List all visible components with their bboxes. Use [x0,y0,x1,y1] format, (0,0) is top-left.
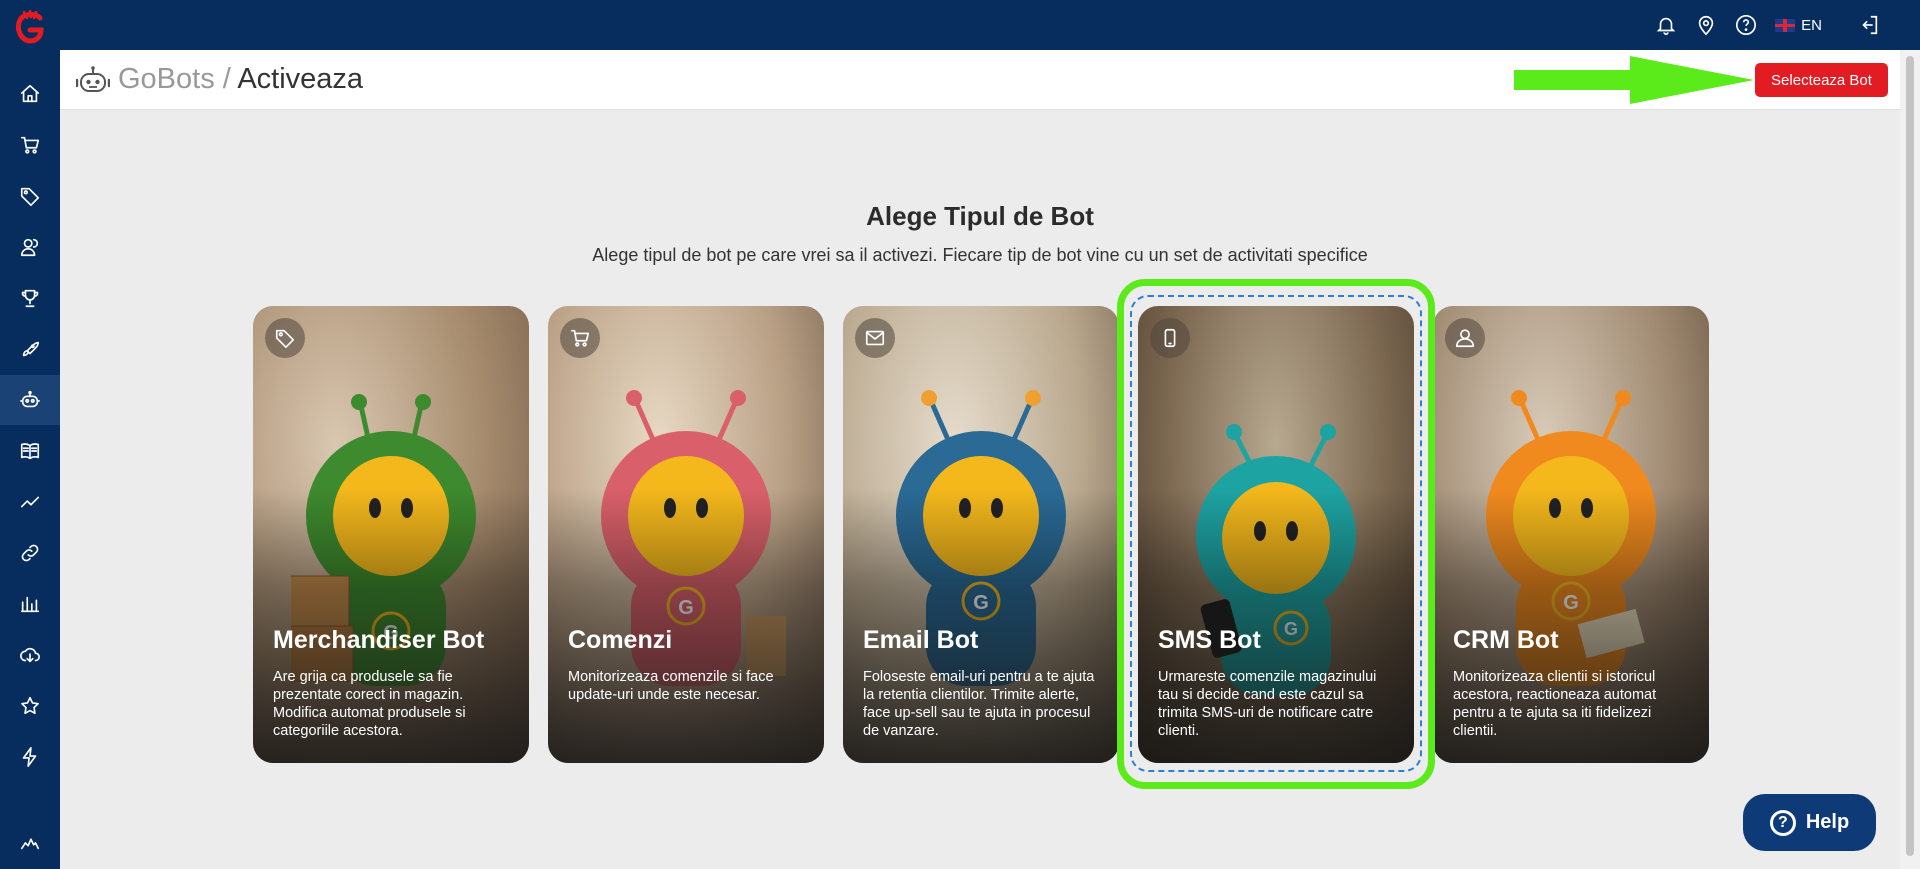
sidebar-item-import[interactable] [0,630,60,680]
card-description: Monitorizeaza comenzile si face update-u… [568,669,774,703]
home-icon [20,84,40,103]
card-description: Are grija ca produsele sa fie prezentate… [273,669,466,739]
user-icon [1455,329,1475,348]
sidebar-item-rocket[interactable] [0,324,60,374]
robot-icon [20,390,40,408]
card-badge [855,318,895,358]
sidebar-item-tags[interactable] [0,171,60,221]
card-description: Urmareste comenzile magazinului tau si d… [1158,669,1377,739]
rocket-icon [22,341,40,357]
card-title: SMS Bot [1158,626,1261,654]
sidebar-item-catalog[interactable] [0,426,60,476]
bar-chart-icon [20,596,40,613]
book-icon [20,443,40,460]
sidebar-item-automation[interactable] [0,732,60,782]
breadcrumb-root[interactable]: GoBots [118,63,215,95]
card-badge [560,318,600,358]
location-icon[interactable] [1695,14,1717,36]
card-title: Comenzi [568,626,673,654]
card-badge [1150,318,1190,358]
breadcrumb: GoBots / Activeaza [118,63,363,96]
sidebar [0,50,60,869]
bot-card-comenzi[interactable]: G Comenzi Monitorizeaza comenzile si fac… [548,306,824,763]
sidebar-item-trophy[interactable] [0,273,60,323]
bot-card-sms[interactable]: G SMS Bot Urmareste comenzile magazinulu… [1138,306,1414,763]
breadcrumb-current: Activeaza [237,63,364,95]
card-badge [1445,318,1485,358]
page-header: GoBots / Activeaza Selecteaza Bot [60,50,1900,110]
sidebar-item-reports[interactable] [0,579,60,629]
robot-icon [76,66,110,92]
language-selector[interactable]: EN [1775,17,1822,34]
link-icon [21,544,39,562]
card-title: Email Bot [863,626,979,654]
trophy-icon [21,289,39,308]
card-badge [265,318,305,358]
tag-icon [275,329,295,348]
page-subtitle: Alege tipul de bot pe care vrei sa il ac… [592,245,1368,265]
sidebar-item-links[interactable] [0,528,60,578]
select-bot-button[interactable]: Selecteaza Bot [1755,63,1888,97]
sidebar-item-activity[interactable] [0,817,60,867]
cloud-download-icon [20,647,40,663]
cart-icon [20,136,40,154]
sidebar-item-gobots[interactable] [0,375,60,425]
sidebar-item-users[interactable] [0,222,60,272]
tag-icon [20,187,40,206]
sidebar-item-home[interactable] [0,69,60,119]
sidebar-item-trends[interactable] [0,477,60,527]
help-circle-icon: ? [1769,809,1796,836]
sidebar-item-cart[interactable] [0,120,60,170]
uk-flag-icon [1775,18,1796,32]
scrollbar-thumb[interactable] [1906,56,1914,856]
card-description: Monitorizeaza clientii si istoricul aces… [1453,669,1657,739]
users-icon [20,238,39,257]
help-label: Help [1805,811,1850,833]
card-title: CRM Bot [1453,626,1559,654]
app-logo[interactable] [14,10,46,46]
sidebar-item-favorites[interactable] [0,681,60,731]
cart-icon [570,329,590,347]
card-title: Merchandiser Bot [273,626,485,654]
activity-icon [20,838,40,850]
trend-icon [20,496,40,508]
breadcrumb-separator: / [222,63,231,95]
page-title: Alege Tipul de Bot [866,201,1094,231]
bot-card-crm[interactable]: G CRM Bot Monitorizeaza clientii si isto… [1433,306,1709,763]
phone-icon [1164,328,1176,348]
bot-card-merchandiser[interactable]: G Merchandiser Bot Are grija ca produsel… [253,306,529,763]
language-label: EN [1801,16,1822,34]
logout-icon[interactable] [1858,14,1880,36]
mail-icon [865,330,885,346]
bot-card-email[interactable]: G Email Bot Foloseste email-uri pentru a… [843,306,1119,763]
top-navbar: EN [0,0,1920,50]
star-icon [21,696,39,715]
card-description: Foloseste email-uri pentru a te ajuta la… [863,669,1095,739]
bell-icon[interactable] [1655,14,1677,36]
bolt-icon [22,747,37,767]
help-button[interactable]: ? Help [1743,794,1876,851]
help-icon[interactable] [1735,14,1757,36]
